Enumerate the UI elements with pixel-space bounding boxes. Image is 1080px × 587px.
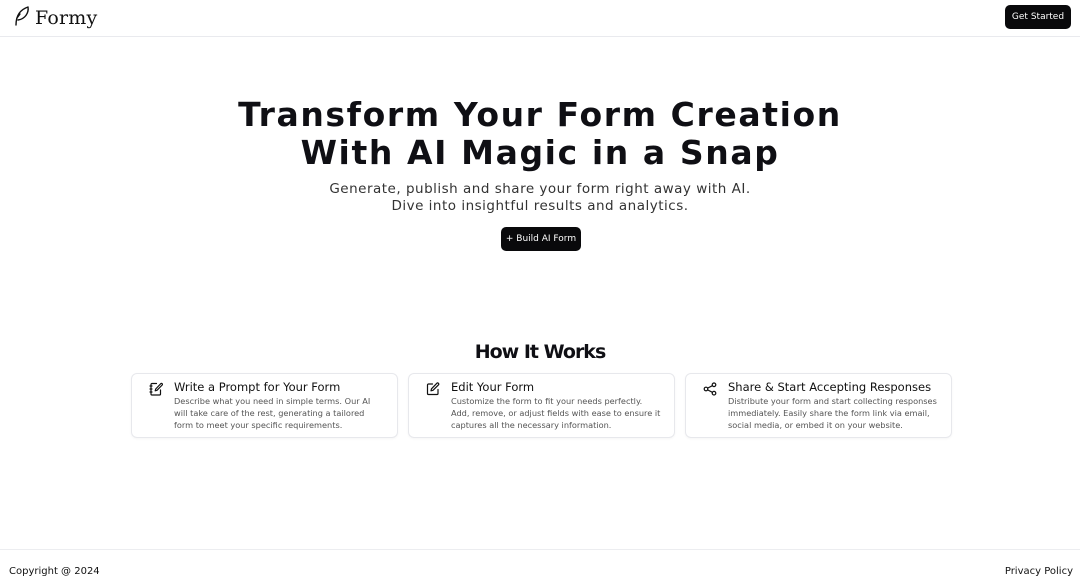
- step-title: Write a Prompt for Your Form: [174, 380, 341, 394]
- hero-section: Transform Your Form Creation With AI Mag…: [0, 96, 1080, 215]
- logo-text: Formy: [35, 7, 98, 29]
- logo-link[interactable]: Formy: [13, 5, 97, 31]
- step-card-edit: Edit Your Form Customize the form to fit…: [408, 373, 675, 438]
- get-started-button[interactable]: Get Started: [1005, 5, 1071, 29]
- step-title: Edit Your Form: [451, 380, 535, 394]
- feather-icon: [13, 5, 31, 31]
- share-icon: [703, 381, 717, 396]
- how-it-works-cards: Write a Prompt for Your Form Describe wh…: [131, 373, 952, 438]
- hero-title-line-1: Transform Your Form Creation: [238, 95, 842, 134]
- edit-icon: [426, 381, 440, 396]
- build-ai-form-button[interactable]: + Build AI Form: [501, 227, 581, 251]
- top-navbar: Formy Get Started: [0, 0, 1080, 37]
- step-card-prompt: Write a Prompt for Your Form Describe wh…: [131, 373, 398, 438]
- copyright-text: Copyright @ 2024: [9, 566, 100, 577]
- hero-title-line-2: With AI Magic in a Snap: [300, 133, 780, 172]
- step-description: Describe what you need in simple terms. …: [174, 396, 371, 430]
- step-card-share: Share & Start Accepting Responses Distri…: [685, 373, 952, 438]
- step-description: Customize the form to fit your needs per…: [451, 396, 661, 430]
- privacy-policy-link[interactable]: Privacy Policy: [1005, 566, 1073, 577]
- hero-title: Transform Your Form Creation With AI Mag…: [0, 96, 1080, 172]
- hero-subtitle: Generate, publish and share your form ri…: [0, 181, 1080, 215]
- hero-subtitle-line-1: Generate, publish and share your form ri…: [329, 181, 751, 197]
- step-title: Share & Start Accepting Responses: [728, 380, 932, 394]
- notebook-pen-icon: [149, 381, 163, 396]
- hero-subtitle-line-2: Dive into insightful results and analyti…: [391, 198, 689, 214]
- footer: Copyright @ 2024 Privacy Policy: [0, 549, 1080, 587]
- how-it-works-title: How It Works: [474, 341, 607, 363]
- step-description: Distribute your form and start collectin…: [728, 396, 937, 430]
